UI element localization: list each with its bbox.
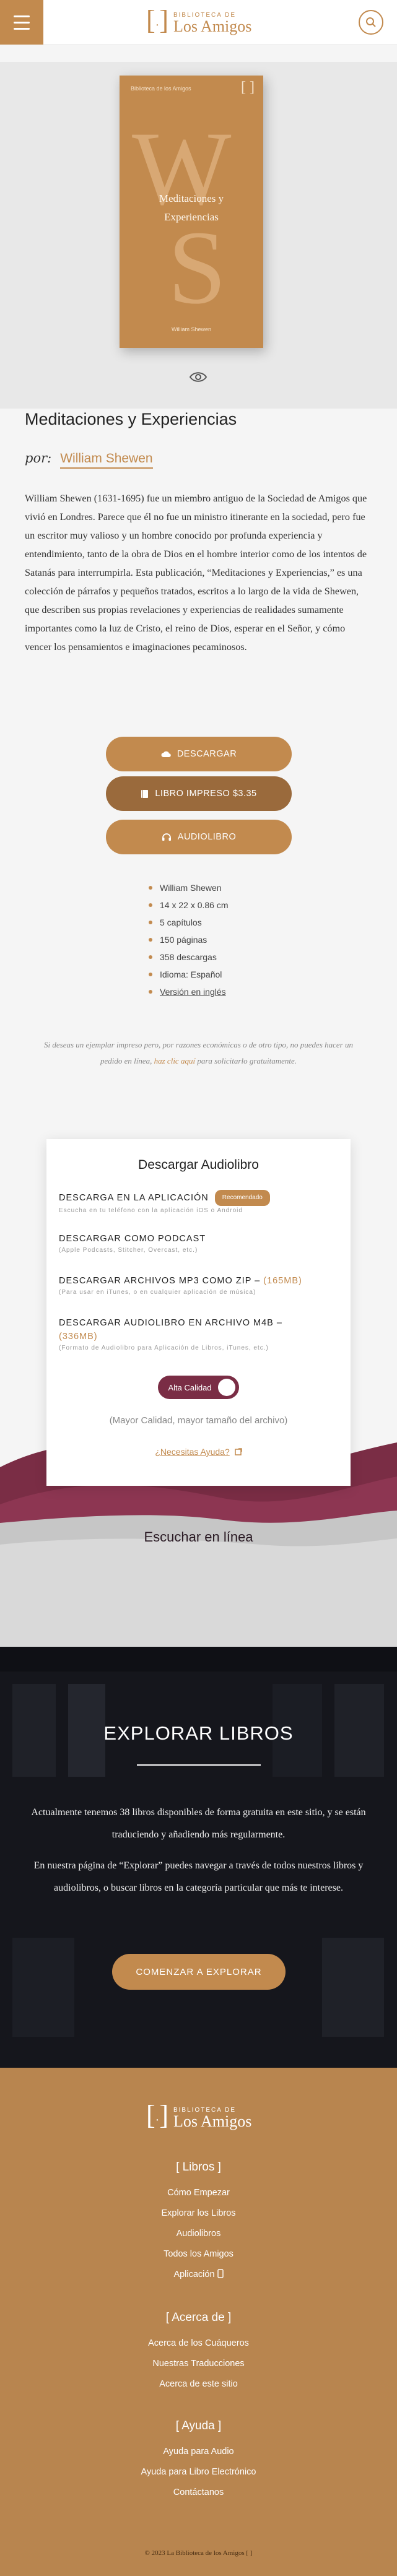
- spec-item: 14 x 22 x 0.86 cm: [149, 896, 229, 914]
- download-label: Descargar: [177, 749, 237, 759]
- high-quality-toggle[interactable]: Alta Calidad: [158, 1376, 239, 1399]
- footer-logo[interactable]: [·] BIBLIOTECA DE Los Amigos: [146, 2102, 251, 2134]
- footer-section-about: [ Acerca de ] Acerca de los Cuáqueros Nu…: [0, 2311, 397, 2395]
- audiobook-card-title: Descargar Audiolibro: [138, 1158, 259, 1172]
- explore-heading: EXPLORAR LIBROS: [103, 1722, 294, 1744]
- book-hero: Biblioteca de los Amigos [ ] W S Meditac…: [0, 62, 397, 409]
- footer-link[interactable]: Acerca de los Cuáqueros: [0, 2333, 397, 2354]
- footer-link[interactable]: Ayuda para Libro Electrónico: [0, 2462, 397, 2483]
- english-version-link[interactable]: Versión en inglés: [149, 983, 229, 1000]
- footer-heading: [ Ayuda ]: [175, 2419, 222, 2432]
- footer-link[interactable]: Explorar los Libros: [0, 2203, 397, 2224]
- footer-section-help: [ Ayuda ] Ayuda para Audio Ayuda para Li…: [0, 2419, 397, 2503]
- phone-icon: [217, 2269, 224, 2278]
- spec-item: 150 páginas: [149, 931, 229, 948]
- author-byline: por: William Shewen: [25, 451, 153, 469]
- logo-bracket-icon: [·]: [146, 2100, 168, 2130]
- toggle-knob: [217, 1379, 235, 1396]
- book-icon: [141, 789, 149, 798]
- print-request-link[interactable]: haz clic aquí: [154, 1056, 195, 1065]
- print-request-note: Si deseas un ejemplar impreso pero, por …: [44, 1040, 353, 1065]
- logo-main-text: Los Amigos: [173, 17, 252, 35]
- recommended-badge: Recomendado: [214, 1190, 270, 1206]
- menu-bar: [14, 15, 30, 17]
- footer-link[interactable]: Contáctanos: [0, 2483, 397, 2503]
- author-prefix: por:: [25, 451, 52, 466]
- logo-bracket-icon: [·]: [146, 5, 168, 35]
- headphones-icon: [162, 833, 171, 841]
- cover-series: Biblioteca de los Amigos: [131, 85, 191, 92]
- menu-button[interactable]: [0, 0, 43, 45]
- audiobook-download-card: Descargar Audiolibro Descarga en la apli…: [46, 1139, 351, 1486]
- cover-letter-s: S: [168, 209, 227, 326]
- cover-logo-mark: [ ]: [241, 79, 255, 95]
- book-specs: William Shewen 14 x 22 x 0.86 cm 5 capít…: [149, 879, 229, 1000]
- explore-section: EXPLORAR LIBROS Actualmente tenemos 38 l…: [0, 1647, 397, 2068]
- spec-item: 358 descargas: [149, 948, 229, 966]
- download-mp3-zip-option[interactable]: Descargar archivos MP3 como ZIP – (165MB…: [59, 1274, 344, 1298]
- audiobook-button[interactable]: Audiolibro: [106, 820, 292, 854]
- spec-item: William Shewen: [149, 879, 229, 896]
- toggle-label: Alta Calidad: [168, 1382, 212, 1392]
- site-footer: [·] BIBLIOTECA DE Los Amigos [ Libros ] …: [0, 2068, 397, 2576]
- site-logo[interactable]: [·] BIBLIOTECA DE Los Amigos: [146, 5, 252, 37]
- footer-link[interactable]: Ayuda para Audio: [0, 2442, 397, 2462]
- footer-link[interactable]: Nuestras Traducciones: [0, 2354, 397, 2374]
- listen-online-link[interactable]: Escuchar en línea: [0, 1529, 397, 1545]
- explore-text: En nuestra página de “Explorar” puedes n…: [33, 1860, 364, 1893]
- cover-author: William Shewen: [171, 326, 212, 332]
- explore-divider: [137, 1764, 261, 1766]
- book-cover[interactable]: Biblioteca de los Amigos [ ] W S Meditac…: [120, 76, 263, 348]
- author-link[interactable]: William Shewen: [60, 451, 153, 469]
- footer-link[interactable]: Cómo Empezar: [0, 2183, 397, 2203]
- search-button[interactable]: [359, 10, 383, 35]
- download-podcast-option[interactable]: Descargar como podcast (Apple Podcasts, …: [59, 1232, 344, 1255]
- download-app-option[interactable]: Descarga en la aplicación Recomendado Esc…: [59, 1190, 344, 1216]
- footer-link[interactable]: Todos los Amigos: [0, 2244, 397, 2265]
- book-title: Meditaciones y Experiencias: [25, 410, 237, 428]
- footer-heading: [ Libros ]: [176, 2161, 221, 2174]
- copyright: © 2023 La Biblioteca de los Amigos [ ]: [144, 2549, 253, 2557]
- search-icon: [366, 17, 376, 27]
- explore-text: Actualmente tenemos 38 libros disponible…: [31, 1807, 366, 1840]
- start-exploring-button[interactable]: Comenzar a Explorar: [112, 1954, 286, 1990]
- book-description: William Shewen (1631-1695) fue un miembr…: [25, 493, 367, 653]
- quality-note: (Mayor Calidad, mayor tamaño del archivo…: [109, 1415, 288, 1426]
- footer-section-books: [ Libros ] Cómo Empezar Explorar los Lib…: [0, 2161, 397, 2285]
- eye-icon[interactable]: [189, 370, 207, 384]
- download-m4b-option[interactable]: Descargar audiolibro en archivo M4B – (33…: [59, 1316, 344, 1353]
- footer-link-app[interactable]: Aplicación: [0, 2265, 397, 2285]
- site-header: [·] BIBLIOTECA DE Los Amigos: [0, 0, 397, 45]
- menu-bar: [14, 21, 30, 24]
- footer-link[interactable]: Audiolibros: [0, 2224, 397, 2244]
- cloud-icon: [161, 751, 171, 758]
- download-button[interactable]: Descargar: [106, 737, 292, 771]
- print-book-button[interactable]: Libro impreso $3.35: [106, 776, 292, 811]
- external-link-icon: [234, 1448, 242, 1455]
- audiobook-label: Audiolibro: [177, 832, 237, 842]
- menu-bar: [14, 27, 30, 30]
- spec-item: Idioma: Español: [149, 966, 229, 983]
- spec-item: 5 capítulos: [149, 914, 229, 931]
- print-book-label: Libro impreso $3.35: [155, 789, 257, 799]
- cover-title: Meditaciones y Experiencias: [159, 193, 224, 223]
- footer-link[interactable]: Acerca de este sitio: [0, 2374, 397, 2395]
- footer-heading: [ Acerca de ]: [165, 2311, 232, 2324]
- help-link[interactable]: ¿Necesitas Ayuda?: [46, 1447, 351, 1457]
